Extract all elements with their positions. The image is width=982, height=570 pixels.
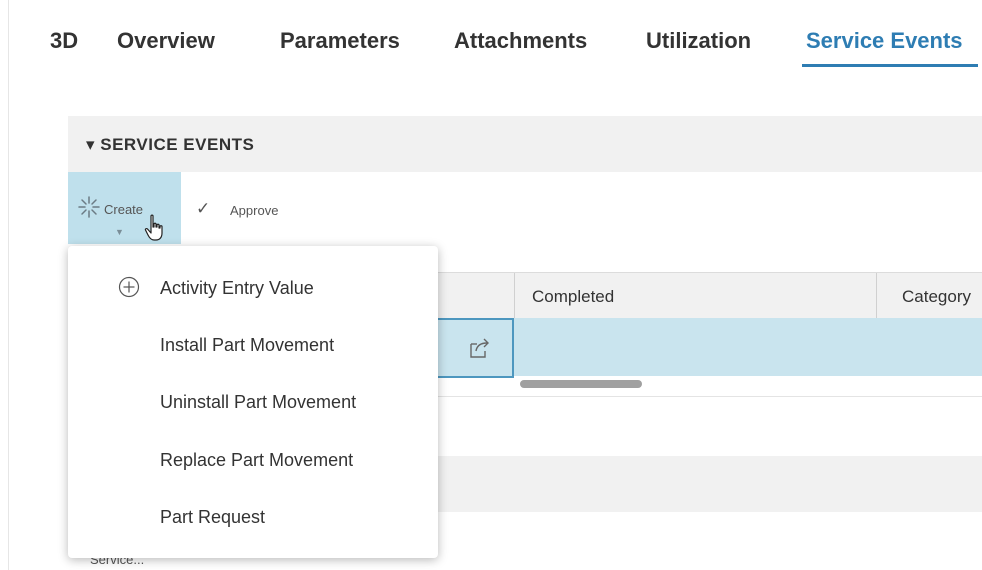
menu-item-install-part-movement[interactable]: Install Part Movement — [68, 317, 438, 373]
create-button[interactable]: Create ▼ — [68, 172, 181, 244]
section-toolbar: Create ▼ ✓ Approve — [68, 172, 982, 244]
tab-parameters[interactable]: Parameters — [280, 28, 400, 54]
tab-attachments[interactable]: Attachments — [454, 28, 587, 54]
create-label: Create — [104, 202, 144, 217]
table-row[interactable] — [438, 318, 982, 378]
column-divider[interactable] — [876, 273, 877, 319]
chevron-down-icon: ▼ — [115, 227, 124, 237]
section-title: ▾ SERVICE EVENTS — [86, 135, 255, 154]
tab-3d[interactable]: 3D — [50, 28, 78, 54]
active-tab-indicator — [802, 64, 978, 67]
menu-item-uninstall-part-movement[interactable]: Uninstall Part Movement — [68, 374, 438, 430]
menu-item-label: Part Request — [160, 507, 266, 527]
column-divider[interactable] — [514, 273, 515, 319]
plus-circle-icon — [118, 276, 140, 298]
approve-label: Approve — [230, 203, 279, 218]
selected-cell[interactable] — [438, 318, 514, 378]
menu-item-label: Install Part Movement — [160, 335, 335, 355]
open-external-icon[interactable] — [468, 336, 492, 360]
tab-utilization[interactable]: Utilization — [646, 28, 751, 54]
menu-item-label: Replace Part Movement — [160, 450, 354, 470]
horizontal-scrollbar[interactable] — [520, 380, 642, 388]
checkmark-icon: ✓ — [196, 199, 211, 218]
sparkle-icon — [78, 196, 100, 218]
menu-item-label: Activity Entry Value — [160, 278, 314, 298]
tab-bar: 3D Overview Parameters Attachments Utili… — [0, 0, 982, 80]
menu-item-replace-part-movement[interactable]: Replace Part Movement — [68, 432, 438, 488]
hand-pointer-cursor-icon — [144, 214, 163, 241]
column-header-completed[interactable]: Completed — [532, 287, 614, 307]
row-divider — [438, 396, 982, 397]
grid-header: Completed Category — [438, 272, 982, 320]
tab-service-events[interactable]: Service Events — [806, 28, 963, 54]
service-events-section-header[interactable]: ▾ SERVICE EVENTS — [68, 116, 982, 172]
menu-item-label: Uninstall Part Movement — [160, 392, 357, 412]
column-header-category[interactable]: Category — [902, 287, 971, 307]
menu-item-activity-entry-value[interactable]: Activity Entry Value — [68, 260, 438, 316]
menu-item-part-request[interactable]: Part Request — [68, 489, 438, 545]
create-dropdown-menu: Activity Entry Value Install Part Moveme… — [68, 246, 438, 558]
tab-overview[interactable]: Overview — [117, 28, 215, 54]
left-divider — [8, 0, 9, 570]
secondary-section-header[interactable] — [438, 456, 982, 512]
